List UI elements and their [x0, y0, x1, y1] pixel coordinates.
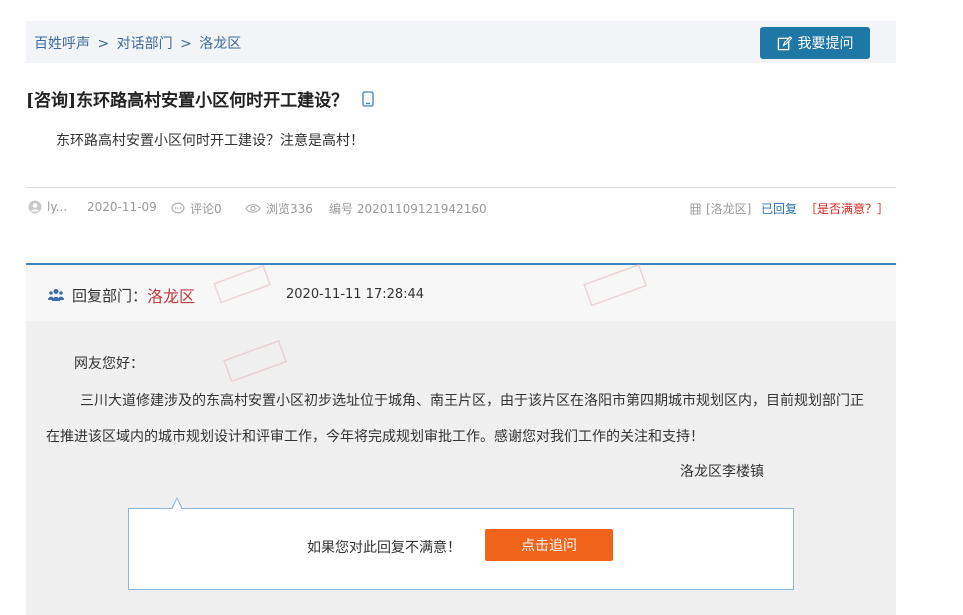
breadcrumb-item-home[interactable]: 百姓呼声 — [34, 36, 90, 52]
comments-info[interactable]: 评论0 — [171, 200, 222, 217]
breadcrumb-item-departments[interactable]: 对话部门 — [117, 36, 173, 52]
followup-box: 如果您对此回复不满意！ 点击追问 — [128, 497, 794, 590]
reply-section: 回复部门： 洛龙区 2020-11-11 17:28:44 网友您好： 三川大道… — [26, 263, 896, 615]
page-title: [咨询] 东环路高村安置小区何时开工建设？ — [26, 86, 374, 111]
reply-department-name: 洛龙区 — [147, 287, 196, 306]
breadcrumb: 百姓呼声 > 对话部门 > 洛龙区 — [34, 33, 241, 53]
author-name[interactable]: ly... — [47, 200, 67, 214]
comment-icon — [171, 202, 185, 214]
question-title: 东环路高村安置小区何时开工建设？ — [76, 91, 349, 111]
watermark — [223, 339, 289, 388]
reply-time: 2020-11-11 17:28:44 — [286, 287, 425, 302]
satisfaction-link[interactable]: ［是否满意？］ — [805, 200, 889, 217]
top-bar: 百姓呼声 > 对话部门 > 洛龙区 我要提问 — [26, 21, 896, 63]
ask-question-button[interactable]: 我要提问 — [760, 27, 870, 59]
followup-message: 如果您对此回复不满意！ — [307, 540, 461, 556]
building-icon — [690, 203, 701, 214]
breadcrumb-separator: > — [180, 36, 192, 52]
reply-department-label: 回复部门： — [72, 286, 148, 305]
reply-header: 回复部门： 洛龙区 2020-11-11 17:28:44 — [26, 265, 896, 321]
breadcrumb-separator: > — [97, 36, 110, 52]
post-number: 编号 20201109121942160 — [329, 202, 487, 216]
status-badge: 已回复 — [761, 202, 798, 216]
ask-question-label: 我要提问 — [797, 36, 854, 52]
divider — [26, 187, 896, 188]
reply-text: 三川大道修建涉及的东高村安置小区初步选址位于城角、南王片区，由于该片区在洛阳市第… — [46, 393, 864, 445]
mobile-phone-icon[interactable] — [362, 90, 374, 107]
question-body: 东环路高村安置小区何时开工建设？注意是高村！ — [56, 133, 364, 149]
edit-icon — [777, 35, 792, 50]
reply-greeting: 网友您好： — [74, 356, 144, 372]
post-date: 2020-11-09 — [87, 200, 157, 214]
comments-count: 评论0 — [190, 202, 222, 216]
region-info: [洛龙区] — [690, 200, 751, 217]
breadcrumb-item-district[interactable]: 洛龙区 — [199, 36, 241, 52]
eye-icon — [245, 204, 261, 213]
views-info: 浏览336 — [245, 200, 313, 217]
user-avatar-icon — [28, 200, 42, 214]
author-info: ly... — [28, 200, 67, 214]
department-people-icon — [48, 289, 64, 301]
meta-row: ly... 2020-11-09 评论0 浏览336 编号 2020110912… — [28, 200, 896, 218]
followup-button[interactable]: 点击追问 — [485, 529, 613, 561]
region-label: [洛龙区] — [706, 202, 752, 216]
views-count: 浏览336 — [266, 202, 313, 216]
question-tag: [咨询] — [26, 91, 77, 111]
followup-arrow-inner — [172, 499, 182, 510]
reply-department: 回复部门： 洛龙区 — [48, 283, 195, 307]
reply-signature: 洛龙区李楼镇 — [680, 464, 764, 480]
